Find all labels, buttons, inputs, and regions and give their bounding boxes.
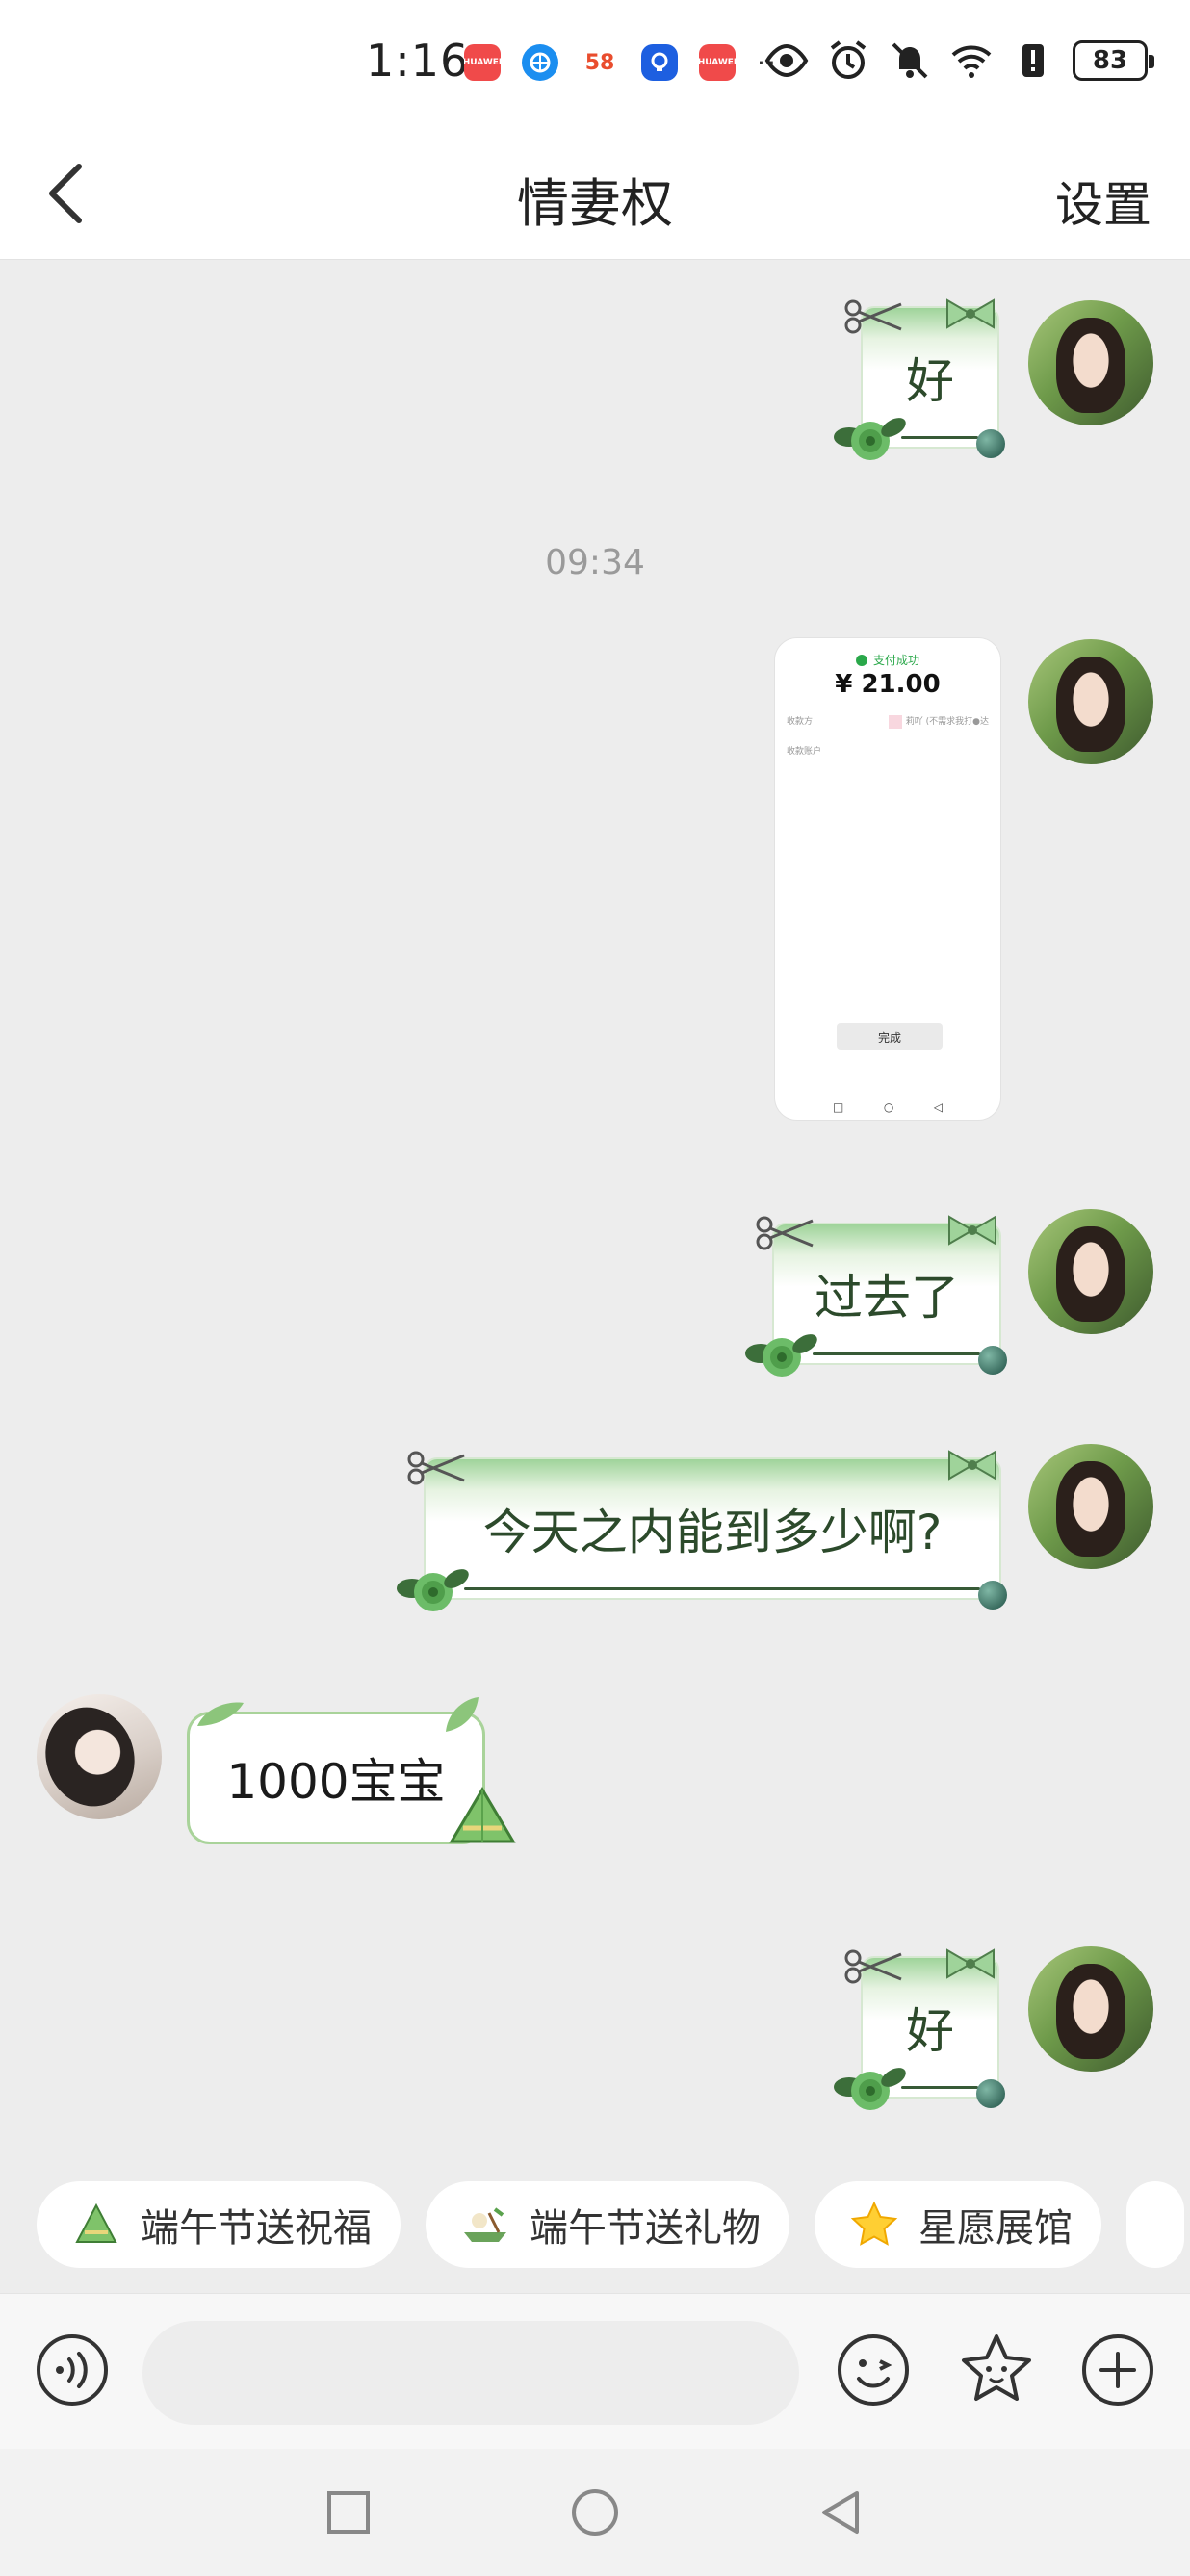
58-app-icon: 58 [584,50,615,75]
alert-icon [1022,44,1044,77]
system-icons: 83 [764,39,1154,83]
message-text: 1000宝宝 [226,1754,446,1810]
payee-avatar [888,714,902,729]
alarm-icon [830,40,867,79]
circle-icon: ○ [883,1100,894,1114]
chip-star-wish-gallery[interactable]: 星愿展馆 [815,2181,1101,2268]
bead-decoration [978,1581,1007,1610]
done-button: 完成 [837,1023,943,1050]
chip-dragon-boat-gifts[interactable]: 端午节送礼物 [426,2181,789,2268]
message-bubble-sent[interactable]: 好 [834,298,1005,460]
my-avatar[interactable] [1028,1444,1153,1569]
chat-header: 情妻权 设置 [0,130,1190,260]
scissors-decoration-icon [844,1949,902,1984]
quick-action-chips: 端午节送祝福 端午节送礼物 星愿展馆 [37,2181,1184,2268]
my-avatar[interactable] [1028,1946,1153,2072]
scissors-decoration-icon [844,299,902,334]
square-icon: □ [833,1100,844,1114]
message-text: 过去了 [815,1270,959,1326]
leaf-decoration-icon [446,1697,479,1732]
bow-decoration-icon [946,298,995,329]
my-avatar[interactable] [1028,1209,1153,1334]
star-sticker-icon[interactable] [957,2331,1036,2409]
bow-decoration-icon [948,1215,996,1246]
bead-decoration [976,2079,1005,2108]
rose-decoration-icon [397,1569,469,1611]
message-text: 好 [906,353,954,409]
payment-success-label: 支付成功 [775,652,1000,668]
rose-decoration-icon [745,1334,817,1377]
bow-decoration-icon [946,1948,995,1979]
mute-bell-icon [892,42,928,79]
message-bubble-sent[interactable]: 今天之内能到多少啊? [397,1450,1007,1611]
lightbulb-app-icon [641,44,678,81]
timestamp-divider: 09:34 [545,543,645,582]
wifi-icon [951,45,992,78]
bubble-underline [813,1352,980,1355]
plus-icon[interactable] [1080,2332,1155,2408]
message-text: 好 [906,2003,954,2059]
zongzi-decoration-icon [449,1787,516,1843]
message-text: 今天之内能到多少啊? [482,1505,943,1560]
browser-icon [522,44,558,81]
message-bubble-sent[interactable]: 过去了 [745,1215,1007,1377]
battery-indicator: 83 [1073,40,1154,81]
huawei-appgallery-icon: HUAWEI [699,44,736,81]
huawei-appgallery-icon: HUAWEI [464,44,501,81]
message-bubble-sent[interactable]: 好 [834,1948,1005,2110]
chip-dragon-boat-wishes[interactable]: 端午节送祝福 [37,2181,401,2268]
message-input[interactable] [142,2321,799,2425]
bead-decoration [978,1346,1007,1375]
rose-decoration-icon [834,2068,906,2110]
image-nav-bar: □ ○ ◁ [833,1100,943,1114]
triangle-back-icon: ◁ [933,1100,943,1114]
back-triangle-icon[interactable] [815,2486,868,2539]
bubble-underline [464,1587,980,1590]
home-circle-icon[interactable] [568,2486,622,2539]
bow-decoration-icon [948,1450,996,1481]
bubble-underline [901,436,978,439]
my-avatar[interactable] [1028,639,1153,764]
bead-decoration [976,429,1005,458]
chip-more[interactable] [1126,2181,1184,2268]
payee-row: 收款方 莉吖 (不需求我打●达 [775,699,1000,729]
dragon-boat-icon [464,2207,506,2242]
message-input-bar [0,2293,1190,2449]
zongzi-icon [75,2202,117,2243]
star-icon [850,2201,898,2246]
eye-icon [764,43,809,78]
scissors-decoration-icon [407,1451,465,1485]
message-bubble-received[interactable]: 1000宝宝 [187,1697,516,1844]
emoji-icon[interactable] [836,2332,911,2408]
bubble-underline [901,2086,978,2089]
check-circle-icon [855,654,867,666]
scissors-decoration-icon [756,1216,814,1250]
account-row: 收款账户 [787,746,822,757]
payment-amount: ¥ 21.00 [835,670,941,699]
image-message[interactable]: 支付成功 ¥ 21.00 收款方 莉吖 (不需求我打●达 收款账户 完成 □ ○… [774,637,1001,1121]
system-navigation-bar [0,2449,1190,2576]
status-bar: 1:16 HUAWEI 58 HUAWEI ··· 83 [0,0,1190,130]
settings-button[interactable]: 设置 [1055,167,1151,236]
notification-icons: HUAWEI 58 HUAWEI ··· [464,44,789,81]
leaf-decoration-icon [197,1702,244,1726]
voice-input-icon[interactable] [35,2332,110,2408]
status-time: 1:16 [366,35,470,87]
rose-decoration-icon [834,418,906,460]
chat-title: 情妻权 [517,173,673,234]
my-avatar[interactable] [1028,300,1153,425]
contact-avatar[interactable] [37,1694,162,1819]
recent-apps-square-icon[interactable] [322,2486,375,2539]
